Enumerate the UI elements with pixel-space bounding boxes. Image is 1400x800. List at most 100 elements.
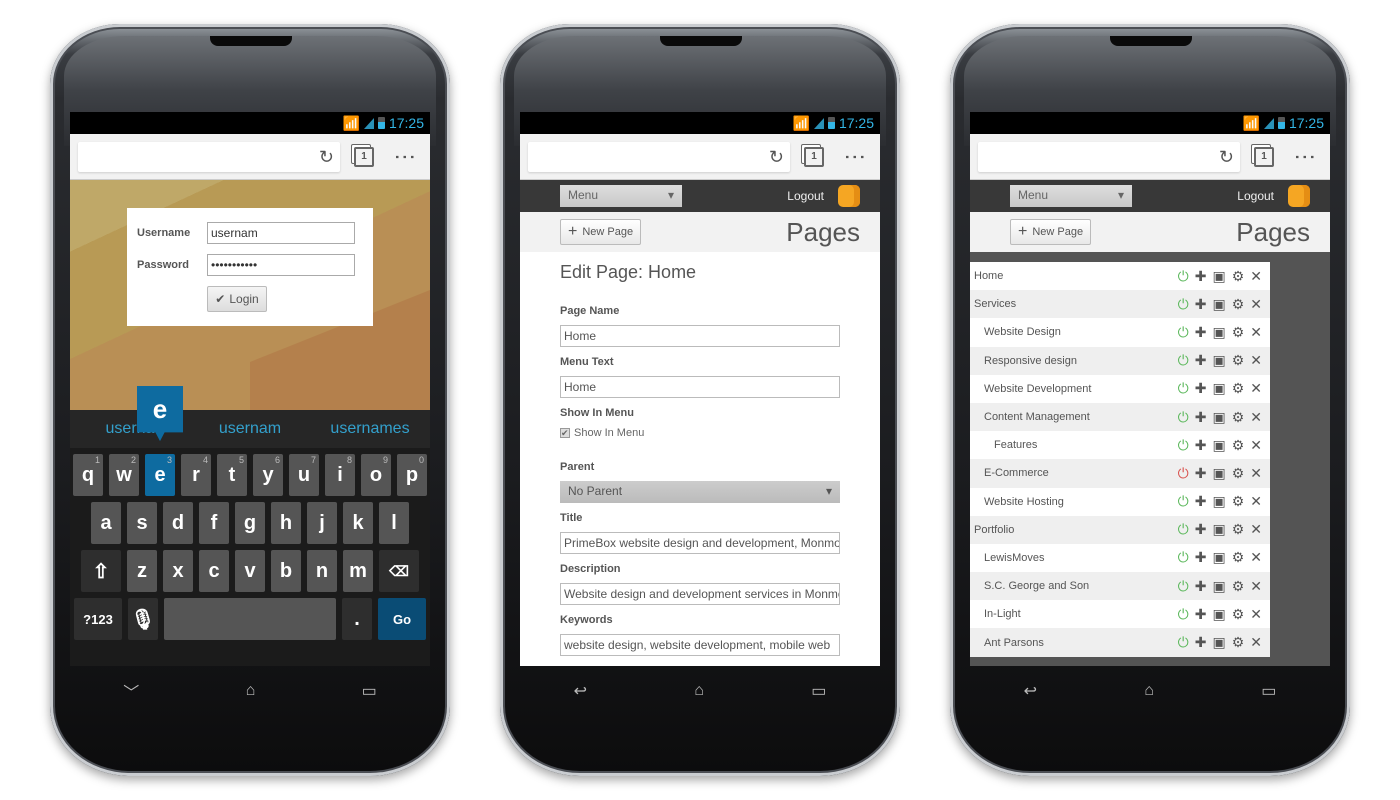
period-key[interactable]: . bbox=[342, 598, 372, 640]
page-row[interactable]: Website Development ⏻ ✚ ▣ ⚙ ✕ bbox=[970, 375, 1270, 403]
key-l[interactable]: l bbox=[379, 502, 409, 544]
username-input[interactable]: usernam bbox=[207, 222, 355, 244]
backspace-key[interactable]: ⌫ bbox=[379, 550, 419, 592]
menu-select[interactable]: Menu ▾ bbox=[1010, 185, 1132, 207]
page-name-input[interactable]: Home bbox=[560, 325, 840, 347]
gear-icon[interactable]: ⚙ bbox=[1232, 521, 1245, 538]
page-row[interactable]: Home ⏻ ✚ ▣ ⚙ ✕ bbox=[970, 262, 1270, 290]
menu-text-input[interactable]: Home bbox=[560, 376, 840, 398]
power-icon[interactable]: ⏻ bbox=[1178, 549, 1189, 566]
move-icon[interactable]: ✚ bbox=[1195, 437, 1207, 454]
back-icon[interactable]: ↩ bbox=[1024, 681, 1037, 701]
gear-icon[interactable]: ⚙ bbox=[1232, 465, 1245, 482]
home-icon[interactable]: ⌂ bbox=[1144, 682, 1154, 700]
image-icon[interactable]: ▣ bbox=[1212, 380, 1225, 397]
power-icon[interactable]: ⏻ bbox=[1178, 465, 1189, 482]
mic-key[interactable]: 🎙 bbox=[128, 598, 158, 640]
gear-icon[interactable]: ⚙ bbox=[1232, 380, 1245, 397]
reload-icon[interactable]: ↻ bbox=[769, 147, 784, 168]
page-row[interactable]: Features ⏻ ✚ ▣ ⚙ ✕ bbox=[970, 431, 1270, 459]
key-o[interactable]: 9o bbox=[361, 454, 391, 496]
image-icon[interactable]: ▣ bbox=[1212, 268, 1225, 285]
page-row[interactable]: Content Management ⏻ ✚ ▣ ⚙ ✕ bbox=[970, 402, 1270, 432]
key-y[interactable]: 6y bbox=[253, 454, 283, 496]
image-icon[interactable]: ▣ bbox=[1212, 634, 1225, 651]
logout-link[interactable]: Logout bbox=[1237, 189, 1274, 203]
key-r[interactable]: 4r bbox=[181, 454, 211, 496]
key-n[interactable]: n bbox=[307, 550, 337, 592]
overflow-menu-icon[interactable]: ⋮ bbox=[843, 146, 868, 168]
move-icon[interactable]: ✚ bbox=[1195, 380, 1207, 397]
go-key[interactable]: Go bbox=[378, 598, 426, 640]
url-input[interactable]: ↻ bbox=[528, 141, 790, 172]
page-row[interactable]: LewisMoves ⏻ ✚ ▣ ⚙ ✕ bbox=[970, 544, 1270, 572]
key-c[interactable]: c bbox=[199, 550, 229, 592]
power-icon[interactable]: ⏻ bbox=[1178, 606, 1189, 623]
key-i[interactable]: 8i bbox=[325, 454, 355, 496]
power-icon[interactable]: ⏻ bbox=[1178, 268, 1189, 285]
power-icon[interactable]: ⏻ bbox=[1178, 409, 1189, 426]
close-icon[interactable]: ✕ bbox=[1250, 268, 1262, 285]
key-g[interactable]: g bbox=[235, 502, 265, 544]
image-icon[interactable]: ▣ bbox=[1212, 493, 1225, 510]
key-x[interactable]: x bbox=[163, 550, 193, 592]
key-k[interactable]: k bbox=[343, 502, 373, 544]
move-icon[interactable]: ✚ bbox=[1195, 296, 1207, 313]
reload-icon[interactable]: ↻ bbox=[319, 147, 334, 168]
suggestion[interactable]: usernames bbox=[310, 420, 430, 438]
gear-icon[interactable]: ⚙ bbox=[1232, 493, 1245, 510]
image-icon[interactable]: ▣ bbox=[1212, 409, 1225, 426]
recents-icon[interactable]: ▭ bbox=[1261, 681, 1276, 701]
key-d[interactable]: d bbox=[163, 502, 193, 544]
move-icon[interactable]: ✚ bbox=[1195, 634, 1207, 651]
move-icon[interactable]: ✚ bbox=[1195, 549, 1207, 566]
close-icon[interactable]: ✕ bbox=[1250, 606, 1262, 623]
keywords-input[interactable]: website design, website development, mob… bbox=[560, 634, 840, 656]
overflow-menu-icon[interactable]: ⋮ bbox=[393, 146, 418, 168]
close-icon[interactable]: ✕ bbox=[1250, 409, 1262, 426]
key-v[interactable]: v bbox=[235, 550, 265, 592]
page-row[interactable]: Website Hosting ⏻ ✚ ▣ ⚙ ✕ bbox=[970, 488, 1270, 516]
close-icon[interactable]: ✕ bbox=[1250, 296, 1262, 313]
home-icon[interactable]: ⌂ bbox=[694, 682, 704, 700]
gear-icon[interactable]: ⚙ bbox=[1232, 352, 1245, 369]
menu-select[interactable]: Menu ▾ bbox=[560, 185, 682, 207]
gear-icon[interactable]: ⚙ bbox=[1232, 296, 1245, 313]
page-row[interactable]: Portfolio ⏻ ✚ ▣ ⚙ ✕ bbox=[970, 515, 1270, 544]
key-w[interactable]: 2w bbox=[109, 454, 139, 496]
power-icon[interactable]: ⏻ bbox=[1178, 493, 1189, 510]
tabs-icon[interactable]: 1 bbox=[354, 146, 374, 167]
key-t[interactable]: 5t bbox=[217, 454, 247, 496]
page-row[interactable]: E-Commerce ⏻ ✚ ▣ ⚙ ✕ bbox=[970, 459, 1270, 488]
page-row[interactable]: In-Light ⏻ ✚ ▣ ⚙ ✕ bbox=[970, 600, 1270, 628]
page-row[interactable]: S.C. George and Son ⏻ ✚ ▣ ⚙ ✕ bbox=[970, 572, 1270, 601]
image-icon[interactable]: ▣ bbox=[1212, 521, 1225, 538]
suggestion[interactable]: usernam bbox=[190, 420, 310, 438]
move-icon[interactable]: ✚ bbox=[1195, 493, 1207, 510]
url-input[interactable]: ↻ bbox=[978, 141, 1240, 172]
close-icon[interactable]: ✕ bbox=[1250, 521, 1262, 538]
close-icon[interactable]: ✕ bbox=[1250, 465, 1262, 482]
close-icon[interactable]: ✕ bbox=[1250, 493, 1262, 510]
logout-link[interactable]: Logout bbox=[787, 189, 824, 203]
space-key[interactable] bbox=[164, 598, 336, 640]
image-icon[interactable]: ▣ bbox=[1212, 578, 1225, 595]
gear-icon[interactable]: ⚙ bbox=[1232, 437, 1245, 454]
new-page-button[interactable]: + New Page bbox=[1010, 219, 1092, 245]
close-icon[interactable]: ✕ bbox=[1250, 634, 1262, 651]
gear-icon[interactable]: ⚙ bbox=[1232, 268, 1245, 285]
home-icon[interactable]: ⌂ bbox=[246, 682, 256, 700]
login-button[interactable]: ✔ Login bbox=[207, 286, 267, 312]
symbols-key[interactable]: ?123 bbox=[74, 598, 122, 640]
key-b[interactable]: b bbox=[271, 550, 301, 592]
move-icon[interactable]: ✚ bbox=[1195, 324, 1207, 341]
close-icon[interactable]: ✕ bbox=[1250, 437, 1262, 454]
key-s[interactable]: s bbox=[127, 502, 157, 544]
back-icon[interactable]: ↩ bbox=[574, 681, 587, 701]
move-icon[interactable]: ✚ bbox=[1195, 409, 1207, 426]
power-icon[interactable]: ⏻ bbox=[1178, 296, 1189, 313]
shift-key[interactable]: ⇧ bbox=[81, 550, 121, 592]
recents-icon[interactable]: ▭ bbox=[811, 681, 826, 701]
move-icon[interactable]: ✚ bbox=[1195, 352, 1207, 369]
parent-select[interactable]: No Parent ▾ bbox=[560, 481, 840, 503]
